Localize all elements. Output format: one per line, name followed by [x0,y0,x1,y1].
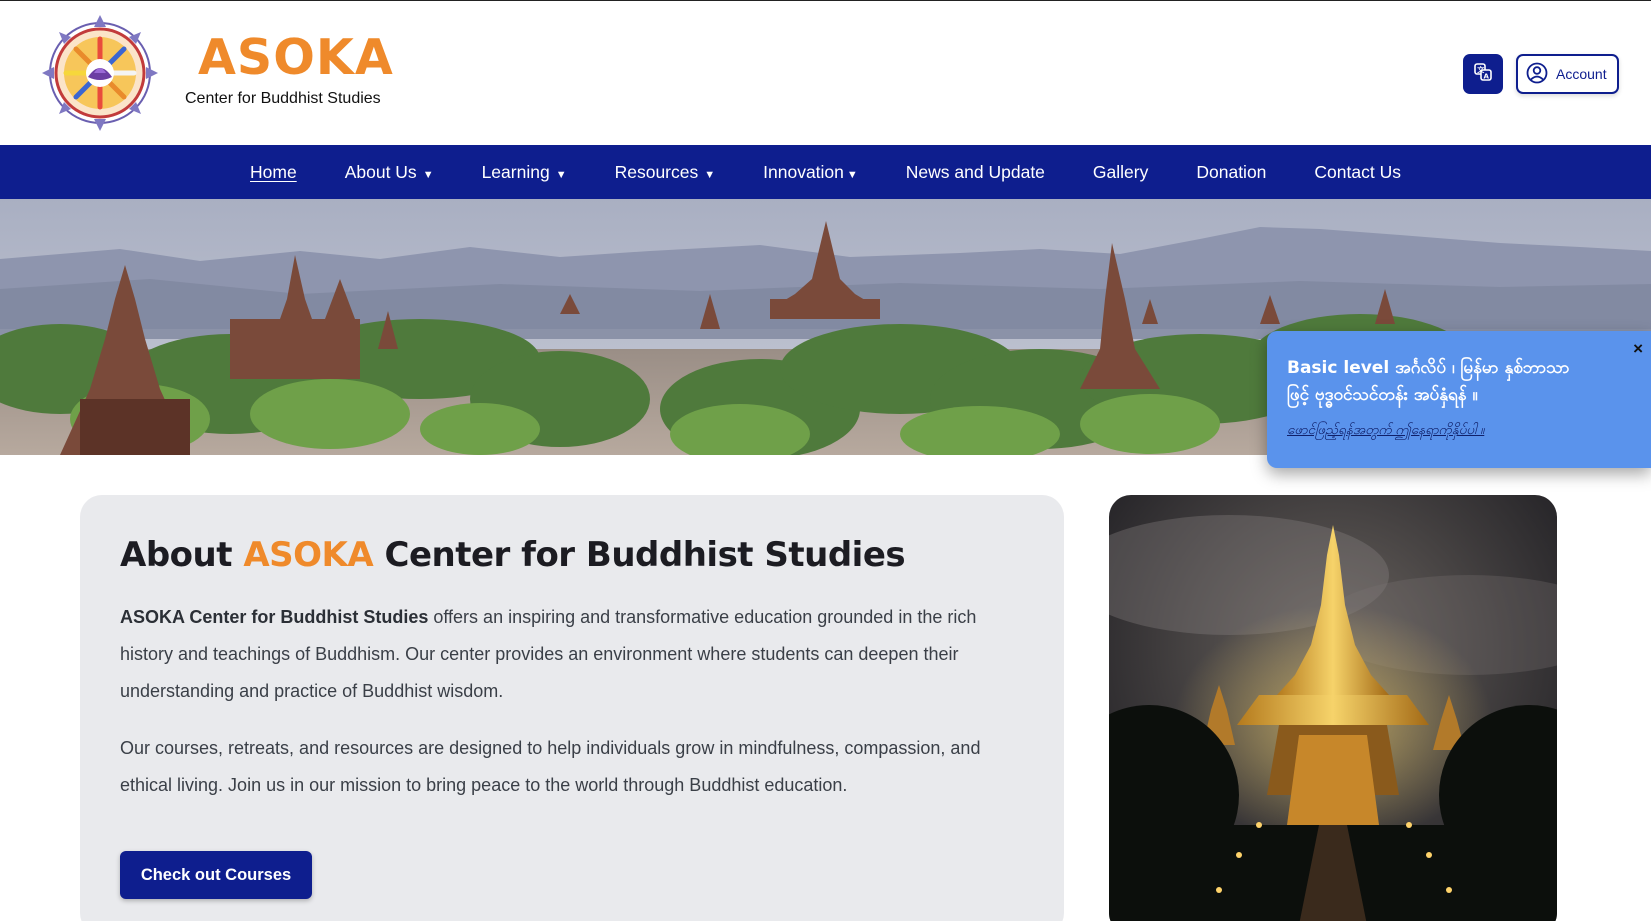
brand-subtitle: Center for Buddhist Studies [185,90,381,107]
user-circle-icon [1526,62,1548,87]
nav-item-contact-us[interactable]: Contact Us [1314,162,1401,183]
about-heading-accent: ASOKA [243,535,374,575]
nav-item-gallery[interactable]: Gallery [1093,162,1148,183]
main-nav: Home About Us ▼ Learning ▼ Resources ▼ Inno… [0,145,1651,199]
about-heading: About ASOKA Center for Buddhist Studies [120,535,906,575]
nav-item-resources[interactable]: Resources ▼ [615,162,716,183]
course-promo-popup: Basic level အင်္ဂလိပ် ၊ မြန်မာ နှစ်ဘာသာဖ… [1267,331,1651,468]
nav-item-home[interactable]: Home [250,162,297,183]
chevron-down-icon: ▼ [422,168,434,181]
promo-title: Basic level အင်္ဂလိပ် ၊ မြန်မာ နှစ်ဘာသာဖ… [1287,358,1570,405]
about-paragraph-1-bold: ASOKA Center for Buddhist Studies [120,607,429,627]
nav-item-donation[interactable]: Donation [1196,162,1266,183]
chevron-down-icon: ▼ [555,168,567,181]
about-section: About ASOKA Center for Buddhist Studies … [80,495,1064,921]
nav-list: Home About Us ▼ Learning ▼ Resources ▼ Inno… [226,162,1425,183]
nav-item-innovation[interactable]: Innovation ▼ [763,162,858,183]
chevron-down-icon: ▼ [704,168,716,181]
about-paragraph-1: ASOKA Center for Buddhist Studies offers… [120,607,977,701]
nav-item-about-us[interactable]: About Us ▼ [345,162,434,183]
close-icon[interactable]: × [1633,339,1643,359]
promo-form-link[interactable]: ဖောင်ဖြည့်ရန်အတွက် ဤနေရာကိုနှိပ်ပါ ။ [1287,421,1591,441]
translate-button[interactable]: 文 A [1463,54,1503,94]
about-paragraph-2: Our courses, retreats, and resources are… [120,738,981,795]
chevron-down-icon: ▼ [846,168,858,181]
translate-icon: 文 A [1473,62,1493,87]
nav-item-learning[interactable]: Learning ▼ [482,162,567,183]
lotus-mandala-logo[interactable] [40,13,160,133]
account-button[interactable]: Account [1516,54,1619,94]
brand-title[interactable]: ASOKA [198,29,394,86]
account-label: Account [1556,66,1607,82]
check-out-courses-button[interactable]: Check out Courses [120,851,312,899]
svg-text:A: A [1484,72,1490,80]
site-header: ASOKA Center for Buddhist Studies 文 A Ac… [0,0,1651,145]
shwedagon-pagoda-photo [1109,495,1557,921]
nav-item-news-and-update[interactable]: News and Update [906,162,1045,183]
